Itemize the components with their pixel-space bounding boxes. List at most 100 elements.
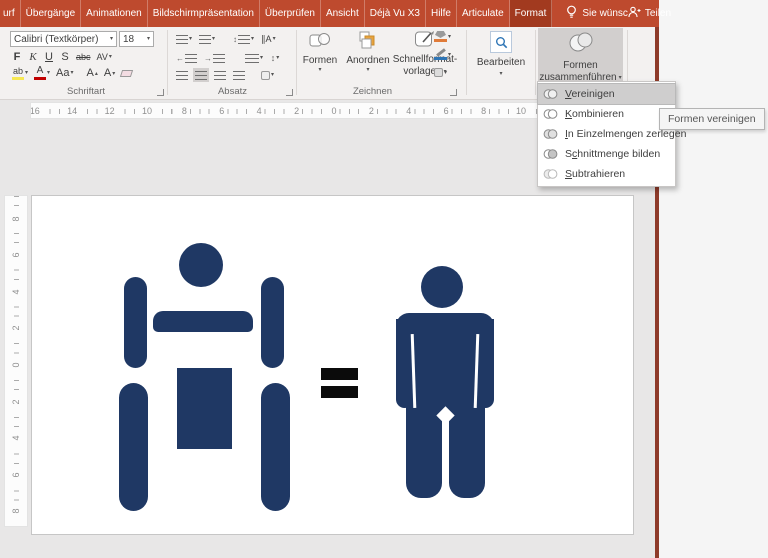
font-name-combobox[interactable]: Calibri (Textkörper) ▾ — [10, 31, 117, 47]
drawing-group: Formen ▾ Anordnen ▾ Schnellformat- vorla… — [298, 27, 465, 99]
ruler-number: 2 — [10, 393, 22, 410]
group-separator — [466, 30, 467, 95]
chevron-down-icon: ▾ — [366, 67, 370, 73]
italic-button[interactable]: K — [26, 50, 40, 64]
paragraph-dialog-launcher[interactable] — [286, 89, 293, 96]
menu-item-label: Schnittmenge bilden — [565, 148, 661, 160]
ruler-number: 2 — [292, 106, 302, 117]
ruler-number: 4 — [10, 430, 22, 447]
right-figure-left-leg[interactable] — [406, 391, 442, 498]
text-shadow-button[interactable]: S — [58, 50, 72, 64]
person-add-icon — [628, 6, 641, 21]
font-size-combobox[interactable]: 18 ▾ — [119, 31, 154, 47]
align-right-button[interactable] — [212, 68, 228, 82]
left-arrow-icon: ← — [176, 53, 184, 63]
tab-articulate[interactable]: Articulate — [457, 0, 510, 27]
drawing-dialog-launcher[interactable] — [450, 89, 457, 96]
share-button[interactable]: Teilen — [628, 0, 671, 27]
left-figure-left-arm-pill[interactable] — [124, 277, 147, 368]
lightbulb-icon — [566, 5, 577, 22]
columns-button[interactable]: ▾ — [243, 51, 265, 65]
align-center-button[interactable] — [193, 68, 209, 82]
tell-me-label: Sie wünsc — [582, 8, 628, 19]
change-case-button[interactable]: Aa ▾ — [54, 66, 75, 80]
decrease-indent-button[interactable]: ← — [174, 51, 199, 65]
left-figure-right-arm-pill[interactable] — [261, 277, 284, 368]
shrink-font-button[interactable]: A ▾ — [102, 66, 117, 80]
tab-ansicht[interactable]: Ansicht — [321, 0, 365, 27]
font-group-title: Schriftart — [66, 86, 105, 97]
font-color-button[interactable]: A ▾ — [32, 66, 52, 80]
chevron-down-icon: ▾ — [448, 51, 452, 58]
left-figure-head-circle[interactable] — [179, 243, 223, 287]
increase-indent-button[interactable]: → — [202, 51, 227, 65]
spacing-label: AV — [96, 52, 108, 62]
tab-d-j-vu-x3[interactable]: Déjà Vu X3 — [365, 0, 426, 27]
chevron-down-icon: ▾ — [444, 69, 448, 76]
arrange-button[interactable]: Anordnen ▾ — [342, 30, 394, 73]
pencil-icon — [435, 48, 446, 57]
underline-button[interactable]: U — [42, 50, 56, 64]
align-text-button[interactable]: ↕ ▾ — [268, 51, 282, 65]
right-figure-head-circle[interactable] — [421, 266, 463, 308]
chevron-down-icon[interactable]: ▾ — [499, 71, 502, 77]
drawing-group-title: Zeichnen — [352, 86, 393, 97]
ruler-number: 16 — [31, 106, 42, 117]
chevron-down-icon: ▾ — [70, 70, 74, 76]
strikethrough-button[interactable]: abc — [74, 50, 93, 64]
chevron-down-icon: ▾ — [276, 55, 280, 61]
character-spacing-button[interactable]: AV ▾ — [95, 50, 114, 64]
left-figure-right-leg-pill[interactable] — [261, 383, 290, 511]
shape-fill-button[interactable]: ▾ — [434, 31, 451, 42]
menu-item-schnittmenge-bilden[interactable]: Schnittmenge bilden — [538, 144, 675, 164]
outline-color-swatch — [434, 57, 447, 60]
merge-shapes-button[interactable]: Formen zusammenführen ▾ — [538, 28, 623, 83]
bold-button[interactable]: F — [10, 50, 24, 64]
slide-canvas[interactable] — [31, 195, 634, 535]
font-dialog-launcher[interactable] — [157, 89, 164, 96]
left-figure-left-leg-pill[interactable] — [119, 383, 148, 511]
bullets-button[interactable]: ▾ — [174, 32, 194, 46]
shape-outline-button[interactable]: ▾ — [434, 48, 452, 60]
justify-button[interactable] — [231, 68, 247, 82]
clear-formatting-button[interactable] — [119, 66, 134, 80]
merge-subtract-icon — [543, 168, 558, 180]
menu-item-subtrahieren[interactable]: Subtrahieren — [538, 164, 675, 184]
shapes-button[interactable]: Formen ▾ — [300, 30, 340, 73]
equals-sign-bottom-bar[interactable] — [321, 386, 358, 398]
equals-sign-top-bar[interactable] — [321, 368, 358, 380]
menu-item-vereinigen[interactable]: Vereinigen — [537, 83, 676, 105]
tab-bildschirmpr-sentation[interactable]: Bildschirmpräsentation — [148, 0, 260, 27]
grow-font-button[interactable]: A ▴ — [85, 66, 100, 80]
tab-urf[interactable]: urf — [0, 0, 21, 27]
align-left-button[interactable] — [174, 68, 190, 82]
left-figure-shoulder-bar[interactable] — [153, 311, 253, 332]
tab-hilfe[interactable]: Hilfe — [426, 0, 457, 27]
tell-me-box[interactable]: Sie wünsc — [566, 0, 628, 27]
editing-search-button[interactable] — [490, 31, 512, 53]
columns-icon — [245, 53, 259, 63]
numbering-button[interactable]: ▾ — [197, 32, 217, 46]
magnifier-icon — [495, 36, 507, 48]
text-highlight-button[interactable]: ab ▾ — [10, 66, 30, 80]
menu-item-kombinieren[interactable]: Kombinieren — [538, 104, 675, 124]
ruler-number: 8 — [479, 106, 489, 117]
chevron-down-icon: ▾ — [251, 36, 255, 42]
text-direction-button[interactable]: ∥A ▾ — [259, 32, 278, 46]
ruler-number: 6 — [441, 106, 451, 117]
menu-item-in-einzelmengen-zerlegen[interactable]: In Einzelmengen zerlegen — [538, 124, 686, 144]
tab-animationen[interactable]: Animationen — [81, 0, 148, 27]
vertical-ruler[interactable]: 8 6 4 2 0 2 4 6 8 — [4, 195, 28, 527]
tab-format[interactable]: Format — [509, 0, 553, 27]
left-figure-torso-rect[interactable] — [177, 368, 232, 449]
shape-effects-button[interactable]: ▾ — [434, 68, 447, 77]
convert-to-smartart-button[interactable]: ▾ — [259, 68, 276, 82]
line-spacing-button[interactable]: ↕ ▾ — [231, 32, 256, 46]
tab--berg-nge[interactable]: Übergänge — [21, 0, 82, 27]
ruler-number: 6 — [10, 247, 22, 264]
font-size-value: 18 — [123, 33, 135, 45]
lines-icon — [185, 53, 197, 63]
tab--berpr-fen[interactable]: Überprüfen — [260, 0, 321, 27]
right-figure-right-leg[interactable] — [449, 391, 485, 498]
menu-item-label: Subtrahieren — [565, 168, 626, 180]
